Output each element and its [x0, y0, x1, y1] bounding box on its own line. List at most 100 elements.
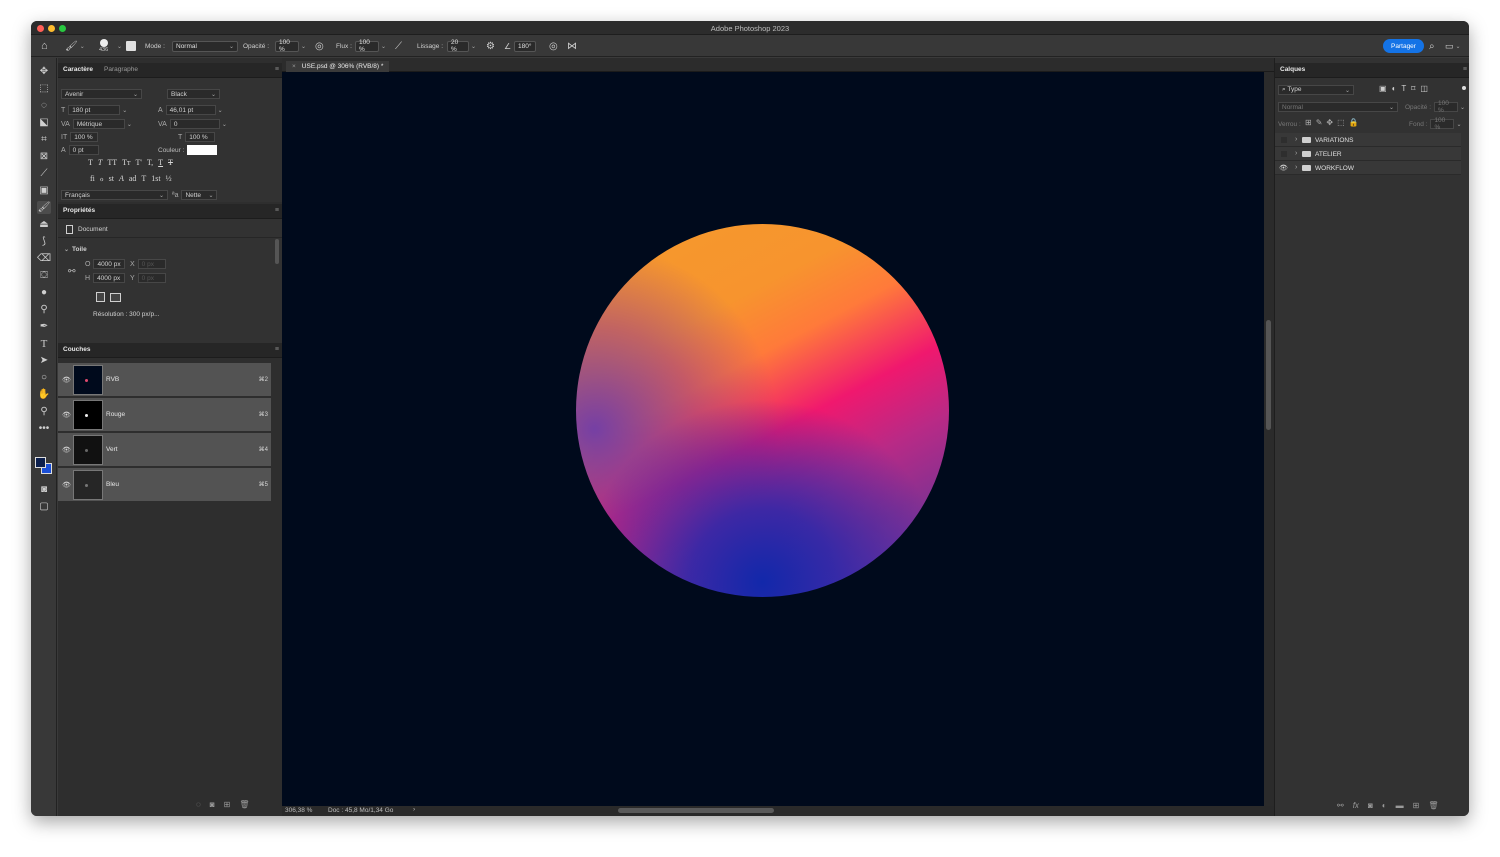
channel-row-green[interactable]: 👁 Vert ⌘4	[58, 433, 271, 467]
properties-scrollbar[interactable]	[275, 239, 279, 264]
workspace-icon[interactable]: ▭ ⌄	[1445, 35, 1461, 57]
lock-all-icon[interactable]: 🔒	[1349, 118, 1359, 127]
link-dimensions-icon[interactable]: ⚯	[68, 266, 76, 277]
lock-pixels-icon[interactable]: ✎	[1316, 118, 1323, 127]
landscape-orientation-icon[interactable]	[110, 293, 121, 302]
ordinals-button[interactable]: 1st	[151, 174, 160, 183]
delete-layer-icon[interactable]: 🗑	[1428, 801, 1438, 810]
angle-field[interactable]: 180°	[514, 35, 536, 57]
shape-filter-icon[interactable]: ⌑	[1411, 84, 1415, 93]
layer-effects-icon[interactable]: fx	[1353, 801, 1359, 810]
new-group-icon[interactable]: ▬	[1396, 801, 1404, 810]
document-tab[interactable]: × USE.psd @ 306% (RVB/8) *	[286, 61, 390, 72]
properties-menu-icon[interactable]: ≡	[275, 207, 279, 214]
crop-tool-icon[interactable]: ⌗	[37, 133, 51, 146]
expand-arrow-icon[interactable]: ›	[1295, 136, 1297, 143]
eyedropper-tool-icon[interactable]: ⟋	[37, 167, 51, 180]
clone-stamp-tool-icon[interactable]: ⏏	[37, 218, 51, 231]
search-icon[interactable]: ⌕	[1429, 35, 1435, 57]
vertical-scale-field[interactable]: IT 100 %	[61, 132, 99, 142]
swash-button[interactable]: A	[119, 174, 124, 183]
channel-row-red[interactable]: 👁 Rouge ⌘3	[58, 398, 271, 432]
eraser-tool-icon[interactable]: ⌫	[37, 252, 51, 265]
tab-properties[interactable]: Propriétés	[63, 207, 95, 214]
font-style-select[interactable]: Black ⌄	[167, 89, 220, 99]
blend-mode-select[interactable]: Normal ⌄	[1278, 102, 1398, 112]
pen-tool-icon[interactable]: ✒	[37, 320, 51, 333]
kerning-field[interactable]: VA Métrique ⌄	[61, 119, 132, 129]
vertical-scrollbar[interactable]	[1264, 72, 1274, 806]
layer-group-variations[interactable]: › VARIATIONS	[1275, 133, 1461, 147]
adjustment-filter-icon[interactable]: ◐	[1392, 84, 1397, 93]
visibility-toggle[interactable]	[1281, 151, 1287, 157]
airbrush-icon[interactable]: ⟋	[395, 35, 402, 57]
small-caps-button[interactable]: Tт	[122, 158, 130, 167]
tab-character[interactable]: Caractère	[63, 66, 93, 73]
shape-tool-icon[interactable]: ○	[37, 371, 51, 384]
load-selection-icon[interactable]: ◌	[196, 800, 201, 809]
channel-row-blue[interactable]: 👁 Bleu ⌘5	[58, 468, 271, 502]
lock-artboard-icon[interactable]: ⬚	[1337, 118, 1345, 127]
type-tool-icon[interactable]: T	[37, 337, 51, 350]
horizontal-scrollbar-thumb[interactable]	[618, 808, 774, 813]
new-channel-icon[interactable]: ⊞	[224, 800, 231, 809]
marquee-tool-icon[interactable]: ⬚	[37, 82, 51, 95]
font-size-field[interactable]: T 180 pt ⌄	[61, 105, 127, 115]
layer-opacity-field[interactable]: Opacité :100 % ⌄	[1405, 100, 1465, 114]
hand-tool-icon[interactable]: ✋	[37, 388, 51, 401]
eye-icon[interactable]: 👁	[62, 376, 71, 384]
smart-object-filter-icon[interactable]: ◫	[1420, 84, 1428, 93]
more-tools-icon[interactable]: •••	[37, 422, 51, 435]
link-layers-icon[interactable]: ⚯	[1337, 801, 1344, 810]
save-selection-icon[interactable]: ◙	[210, 800, 215, 809]
titling-alternates-button[interactable]: T	[141, 174, 146, 183]
fractions-button[interactable]: ½	[166, 174, 172, 183]
quick-mask-icon[interactable]: ◙	[37, 483, 51, 496]
pixel-filter-icon[interactable]: ▣	[1379, 84, 1387, 93]
expand-arrow-icon[interactable]: ›	[1295, 164, 1297, 171]
canvas-width-field[interactable]: O 4000 px	[85, 259, 126, 269]
text-color-swatch[interactable]	[187, 145, 218, 155]
fill-field[interactable]: Fond :100 % ⌄	[1409, 117, 1461, 131]
path-selection-tool-icon[interactable]: ➤	[37, 354, 51, 367]
foreground-color-swatch[interactable]	[35, 457, 46, 468]
mode-select[interactable]: Normal ⌄	[172, 35, 238, 57]
portrait-orientation-icon[interactable]	[96, 292, 105, 302]
type-filter-icon[interactable]: T	[1401, 84, 1406, 93]
history-brush-tool-icon[interactable]: ⟆	[37, 235, 51, 248]
canvas-y-field[interactable]: Y0 px	[130, 273, 166, 283]
dodge-tool-icon[interactable]: ⚲	[37, 303, 51, 316]
brush-tool-icon[interactable]: 🖌	[37, 201, 51, 214]
canvas[interactable]	[282, 72, 1264, 806]
delete-channel-icon[interactable]: 🗑	[239, 800, 249, 809]
language-select[interactable]: Français ⌄	[61, 190, 168, 200]
superscript-button[interactable]: T'	[136, 158, 142, 167]
stylistic-alternates-button[interactable]: ad	[129, 174, 137, 183]
close-tab-icon[interactable]: ×	[292, 63, 296, 70]
expand-arrow-icon[interactable]: ›	[1295, 150, 1297, 157]
canvas-x-field[interactable]: X0 px	[130, 259, 166, 269]
ligatures-button[interactable]: fi	[90, 174, 95, 183]
layer-group-atelier[interactable]: › ATELIER	[1275, 147, 1461, 161]
status-menu-arrow[interactable]: ›	[413, 806, 415, 813]
smoothing-settings-gear-icon[interactable]: ⚙	[486, 35, 495, 57]
smoothing-field[interactable]: 20 % ⌄	[447, 35, 476, 57]
blur-tool-icon[interactable]: ●	[37, 286, 51, 299]
text-color-control[interactable]: Couleur :	[158, 145, 218, 155]
object-selection-tool-icon[interactable]: ⬕	[37, 116, 51, 129]
layer-filter-select[interactable]: ⌕ Type ⌄	[1278, 85, 1354, 95]
move-tool-icon[interactable]: ✥	[37, 65, 51, 78]
screen-mode-icon[interactable]: ▢	[37, 500, 51, 513]
eye-icon[interactable]: 👁	[1279, 164, 1288, 172]
brush-preset-icon[interactable]: 🖌 ⌄	[65, 35, 85, 57]
tab-channels[interactable]: Couches	[63, 346, 90, 353]
lasso-tool-icon[interactable]: ◌	[37, 99, 51, 112]
paint-bucket-tool-icon[interactable]: ⛋	[37, 269, 51, 282]
canvas-section-toggle[interactable]: ⌄ Toile	[62, 244, 87, 254]
eye-icon[interactable]: 👁	[62, 411, 71, 419]
adjustment-layer-icon[interactable]: ◐	[1382, 801, 1387, 810]
faux-italic-button[interactable]: T	[98, 158, 102, 167]
home-icon[interactable]: ⌂	[41, 35, 48, 57]
discretionary-ligatures-button[interactable]: st	[109, 174, 114, 183]
tab-layers[interactable]: Calques	[1280, 66, 1305, 73]
